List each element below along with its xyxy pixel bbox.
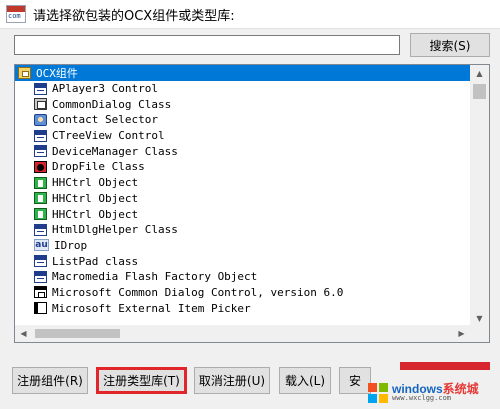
ocx-icon — [34, 129, 47, 142]
list-item[interactable]: ListPad class — [15, 253, 470, 269]
vertical-scroll-thumb[interactable] — [473, 84, 486, 99]
com-app-icon: com — [6, 5, 26, 23]
contact-icon — [34, 113, 47, 126]
scroll-left-icon[interactable]: ◀ — [15, 325, 32, 342]
list-item[interactable]: DeviceManager Class — [15, 143, 470, 159]
search-input[interactable] — [14, 35, 400, 55]
windows-logo-icon — [368, 382, 388, 403]
horizontal-scrollbar[interactable]: ◀ ▶ — [15, 325, 470, 342]
watermark: windows系统城 www.wxclgg.com — [368, 376, 500, 409]
window-title: 请选择欲包装的OCX组件或类型库: — [33, 8, 235, 24]
ocx-icon — [34, 223, 47, 236]
red-accent-bar — [400, 362, 490, 370]
list-item-label: ListPad class — [52, 254, 139, 268]
list-item-label: HtmlDlgHelper Class — [52, 223, 178, 237]
ocx-icon — [34, 82, 47, 95]
list-item[interactable]: HHCtrl Object — [15, 191, 470, 207]
list-item-label: DeviceManager Class — [52, 144, 178, 158]
load-button[interactable]: 载入(L) — [279, 367, 331, 394]
watermark-text: windows系统城 www.wxclgg.com — [392, 383, 479, 402]
register-component-button[interactable]: 注册组件(R) — [12, 367, 88, 394]
list-item-label: APlayer3 Control — [52, 82, 158, 96]
install-button[interactable]: 安 — [339, 367, 371, 394]
scrollbar-corner — [470, 325, 489, 342]
list-group-label: OCX组件 — [36, 66, 78, 80]
list-item-label: Microsoft External Item Picker — [52, 301, 251, 315]
list-group-ocx[interactable]: OCX组件 — [15, 65, 470, 81]
register-typelib-button[interactable]: 注册类型库(T) — [96, 367, 187, 394]
folder-icon — [18, 66, 31, 79]
vertical-scrollbar[interactable]: ▲ ▼ — [470, 65, 489, 327]
hh-icon — [34, 192, 47, 205]
list-item-label: Macromedia Flash Factory Object — [52, 270, 258, 284]
list-item-label: HHCtrl Object — [52, 176, 139, 190]
ocx-icon — [34, 270, 47, 283]
list-item-label: IDrop — [54, 238, 88, 252]
dialog-icon — [34, 98, 47, 111]
list-item[interactable]: Microsoft Common Dialog Control, version… — [15, 285, 470, 301]
list-item-label: HHCtrl Object — [52, 191, 139, 205]
unregister-button[interactable]: 取消注册(U) — [194, 367, 270, 394]
hh-icon — [34, 176, 47, 189]
list-item[interactable]: DropFile Class — [15, 159, 470, 175]
list-item[interactable]: HHCtrl Object — [15, 206, 470, 222]
scroll-right-icon[interactable]: ▶ — [453, 325, 470, 342]
list-item[interactable]: APlayer3 Control — [15, 81, 470, 97]
list-item[interactable]: HHCtrl Object — [15, 175, 470, 191]
list-item[interactable]: Contact Selector — [15, 112, 470, 128]
au-icon: au — [34, 239, 49, 252]
list-area: OCX组件 APlayer3 Control CommonDialog Clas… — [15, 65, 470, 327]
horizontal-scroll-thumb[interactable] — [35, 329, 120, 338]
hh-icon — [34, 208, 47, 221]
list-item-label: HHCtrl Object — [52, 207, 139, 221]
search-button[interactable]: 搜索(S) — [410, 33, 490, 57]
common-dialog-icon — [34, 286, 47, 299]
list-item-label: CommonDialog Class — [52, 97, 172, 111]
title-bar: com 请选择欲包装的OCX组件或类型库: — [0, 0, 500, 29]
ocx-icon — [34, 255, 47, 268]
dropfile-icon — [34, 160, 47, 173]
watermark-url: www.wxclgg.com — [392, 394, 452, 402]
list-item[interactable]: CTreeView Control — [15, 128, 470, 144]
external-picker-icon — [34, 302, 47, 315]
list-item-label: DropFile Class — [52, 160, 145, 174]
list-item[interactable]: au IDrop — [15, 238, 470, 254]
list-item[interactable]: Microsoft External Item Picker — [15, 300, 470, 316]
ocx-listbox[interactable]: OCX组件 APlayer3 Control CommonDialog Clas… — [14, 64, 490, 343]
scroll-up-icon[interactable]: ▲ — [470, 65, 489, 82]
list-item[interactable]: HtmlDlgHelper Class — [15, 222, 470, 238]
ocx-icon — [34, 145, 47, 158]
list-item[interactable]: Macromedia Flash Factory Object — [15, 269, 470, 285]
list-item[interactable]: CommonDialog Class — [15, 96, 470, 112]
list-item-label: CTreeView Control — [52, 129, 165, 143]
list-item-label: Contact Selector — [52, 113, 158, 127]
list-item-label: Microsoft Common Dialog Control, version… — [52, 285, 344, 299]
